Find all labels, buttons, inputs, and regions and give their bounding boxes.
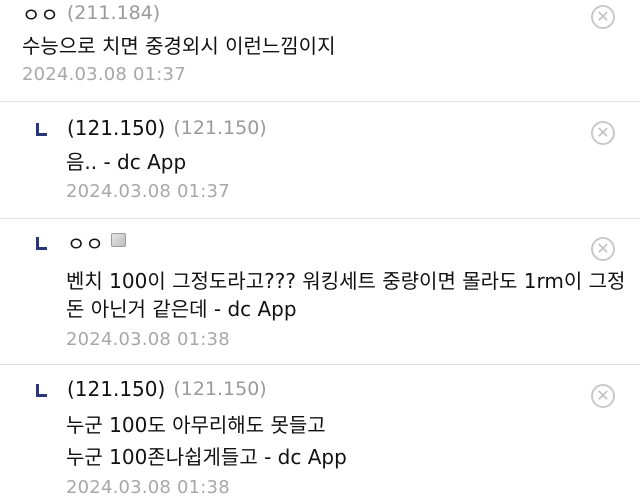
comment-text: 수능으로 치면 중경외시 이런느낌이지	[22, 34, 336, 58]
comment-header: ㅇㅇ	[36, 227, 126, 257]
comment-nickname[interactable]: ㅇㅇ	[67, 228, 104, 257]
close-icon: ✕	[596, 7, 610, 26]
comment-header: (121.150) (121.150)	[36, 113, 267, 143]
comment-nickname[interactable]: (121.150)	[67, 377, 165, 401]
delete-comment-button[interactable]: ✕	[591, 237, 615, 261]
close-icon: ✕	[596, 239, 610, 258]
comment-ip: (121.150)	[173, 117, 267, 139]
close-icon: ✕	[596, 123, 610, 142]
comment-text-line: 돈 아닌거 같은데 - dc App	[66, 297, 297, 321]
gallog-icon[interactable]	[110, 233, 126, 247]
reply-arrow-icon	[36, 122, 47, 136]
delete-comment-button[interactable]: ✕	[591, 384, 615, 408]
close-icon: ✕	[596, 386, 610, 405]
reply-comment-item: (121.150) (121.150) 음.. - dc App 2024.03…	[0, 102, 640, 219]
comment-text-line: 누군 100존나쉽게들고 - dc App	[66, 445, 347, 469]
reply-comment-item: (121.150) (121.150) 누군 100도 아무리해도 못들고 누군…	[0, 365, 640, 503]
comment-ip: (121.150)	[173, 378, 267, 400]
comment-header: ㅇㅇ (211.184)	[22, 0, 160, 28]
comment-date: 2024.03.08 01:37	[66, 181, 230, 202]
comment-nickname[interactable]: ㅇㅇ	[22, 0, 59, 28]
comment-header: (121.150) (121.150)	[36, 374, 267, 404]
comment-item: ㅇㅇ (211.184) 수능으로 치면 중경외시 이런느낌이지 2024.03…	[0, 0, 640, 102]
reply-arrow-icon	[36, 236, 47, 250]
delete-comment-button[interactable]: ✕	[591, 5, 615, 29]
reply-comment-item: ㅇㅇ 벤치 100이 그정도라고??? 워킹세트 중량이면 몰라도 1rm이 그…	[0, 219, 640, 365]
comment-date: 2024.03.08 01:38	[66, 329, 230, 350]
comment-text-line: 누군 100도 아무리해도 못들고	[66, 413, 326, 437]
comment-text: 음.. - dc App	[66, 150, 187, 174]
delete-comment-button[interactable]: ✕	[591, 121, 615, 145]
reply-arrow-icon	[36, 383, 47, 397]
comment-nickname[interactable]: (121.150)	[67, 116, 165, 140]
comment-date: 2024.03.08 01:37	[22, 64, 186, 85]
comment-ip: (211.184)	[66, 2, 161, 24]
comment-date: 2024.03.08 01:38	[66, 477, 230, 498]
